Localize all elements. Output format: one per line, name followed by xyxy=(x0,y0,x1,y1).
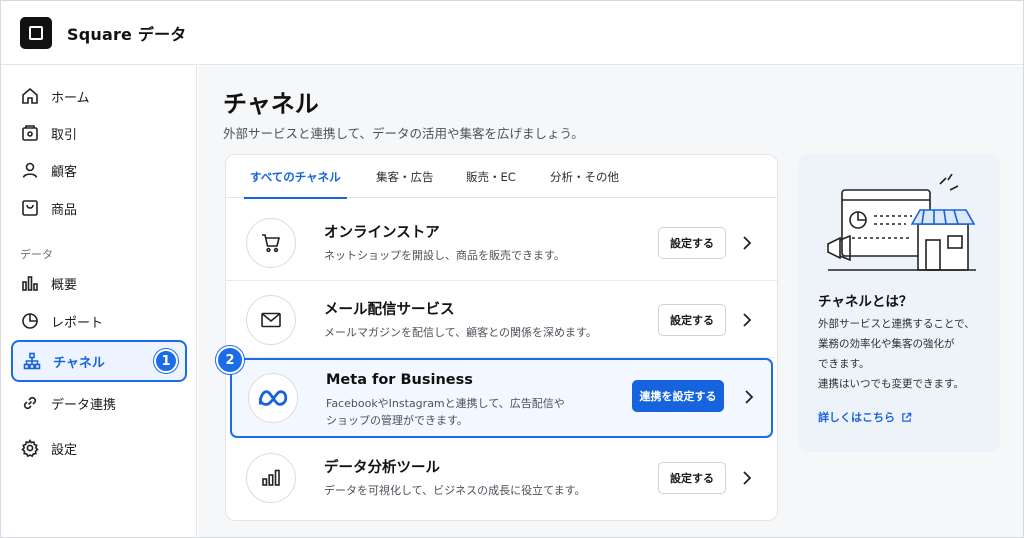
hierarchy-icon xyxy=(23,352,41,370)
setup-button[interactable]: 設定する xyxy=(658,462,726,494)
info-title: チャネルとは？ xyxy=(818,294,913,310)
sidebar-item-label: 概要 xyxy=(51,277,78,293)
sidebar-item-transactions[interactable]: 取引 xyxy=(11,114,187,152)
learn-more-link[interactable]: 詳しくはこちら xyxy=(818,409,912,425)
app-title: Square データ xyxy=(67,24,187,44)
channel-row-meta: Meta for Business FacebookやInstagramと連携し… xyxy=(230,358,773,438)
main-content: チャネル 外部サービスと連携して、データの活用や集客を広げましょう。 すべてのチ… xyxy=(198,66,1023,537)
channel-title: データ分析ツール xyxy=(324,460,440,476)
storefront-illustration-icon xyxy=(827,174,976,271)
sidebar-item-home[interactable]: ホーム xyxy=(11,77,187,115)
channel-title: Meta for Business xyxy=(326,372,473,388)
channel-description: データを可視化して、ビジネスの成長に役立てます。 xyxy=(324,484,586,497)
mail-icon xyxy=(261,312,281,328)
gear-icon xyxy=(21,438,39,458)
sidebar-item-label: 顧客 xyxy=(51,164,78,180)
setup-button[interactable]: 設定する xyxy=(658,227,726,259)
channel-list-card: すべてのチャネル 集客・広告 販売・EC 分析・その他 オンラインストア ネット… xyxy=(225,154,778,521)
sidebar-item-customers[interactable]: 顧客 xyxy=(11,151,187,189)
setup-button[interactable]: 設定する xyxy=(658,304,726,336)
channel-row-online-store: オンラインストア ネットショップを開設し、商品を販売できます。 設定する xyxy=(226,205,777,281)
page-subtitle: 外部サービスと連携して、データの活用や集客を広げましょう。 xyxy=(223,126,584,141)
info-description: 外部サービスと連携することで、 業務の効率化や集客の強化が できます。 連携はい… xyxy=(818,318,975,390)
analytics-icon xyxy=(262,469,280,486)
pie-chart-icon xyxy=(22,313,38,329)
sidebar-item-label: データ連携 xyxy=(51,397,117,413)
tab-all-channels[interactable]: すべてのチャネル xyxy=(244,155,347,199)
chevron-right-icon[interactable] xyxy=(740,469,754,487)
square-logo-icon[interactable] xyxy=(20,16,52,49)
sidebar-item-settings[interactable]: 設定 xyxy=(11,429,187,467)
sidebar-item-label: 取引 xyxy=(51,127,78,143)
tab-sales-ec[interactable]: 販売・EC xyxy=(466,155,516,198)
cart-icon xyxy=(262,234,281,253)
info-card: チャネルとは？ 外部サービスと連携することで、 業務の効率化や集客の強化が でき… xyxy=(798,154,1000,452)
channel-tabs: すべてのチャネル 集客・広告 販売・EC 分析・その他 xyxy=(226,155,777,199)
app-window: Square データ ホーム 取引 顧客 商品 データ 概要 レポート チャネル… xyxy=(0,0,1024,538)
sidebar-item-label: 商品 xyxy=(51,202,78,218)
tag-icon xyxy=(22,200,38,216)
chevron-right-icon[interactable] xyxy=(742,388,756,406)
channel-row-email: メール配信サービス メールマガジンを配信して、顧客との関係を深めます。 設定する xyxy=(226,282,777,358)
tab-analytics-other[interactable]: 分析・その他 xyxy=(550,155,619,198)
channel-description: FacebookやInstagramと連携して、広告配信や ショップの管理ができ… xyxy=(326,397,565,427)
sidebar: ホーム 取引 顧客 商品 データ 概要 レポート チャネル 1 データ連携 設定 xyxy=(1,66,197,537)
person-icon xyxy=(22,162,38,178)
sidebar-item-data-integration[interactable]: データ連携 xyxy=(11,384,187,422)
channel-title: オンラインストア xyxy=(324,225,440,241)
chevron-right-icon[interactable] xyxy=(740,234,754,252)
sidebar-item-products[interactable]: 商品 xyxy=(11,189,187,227)
page-title: チャネル xyxy=(223,90,319,118)
sidebar-item-channels[interactable]: チャネル 1 xyxy=(11,340,187,382)
configure-integration-button[interactable]: 連携を設定する xyxy=(632,380,724,412)
channel-row-analytics: データ分析ツール データを可視化して、ビジネスの成長に役立てます。 設定する xyxy=(226,440,777,516)
step-badge-2: 2 xyxy=(216,346,244,374)
sidebar-item-overview[interactable]: 概要 xyxy=(11,264,187,302)
home-icon xyxy=(22,87,38,104)
receipt-icon xyxy=(22,125,38,141)
sidebar-item-reports[interactable]: レポート xyxy=(11,302,187,340)
channel-description: ネットショップを開設し、商品を販売できます。 xyxy=(324,249,565,262)
meta-icon xyxy=(258,390,288,406)
channel-title: メール配信サービス xyxy=(324,302,455,318)
sidebar-item-label: ホーム xyxy=(51,90,90,106)
app-header: Square データ xyxy=(1,1,1023,65)
sidebar-item-label: チャネル xyxy=(53,355,105,371)
sidebar-item-label: 設定 xyxy=(51,442,78,458)
tab-marketing[interactable]: 集客・広告 xyxy=(376,155,434,198)
channel-description: メールマガジンを配信して、顧客との関係を深めます。 xyxy=(324,326,597,339)
sidebar-section-label: データ xyxy=(20,248,53,261)
link-icon xyxy=(23,396,37,410)
external-link-icon xyxy=(902,412,912,422)
bar-chart-icon xyxy=(22,276,38,291)
step-badge-1: 1 xyxy=(154,349,178,373)
sidebar-item-label: レポート xyxy=(51,315,104,331)
chevron-right-icon[interactable] xyxy=(740,311,754,329)
